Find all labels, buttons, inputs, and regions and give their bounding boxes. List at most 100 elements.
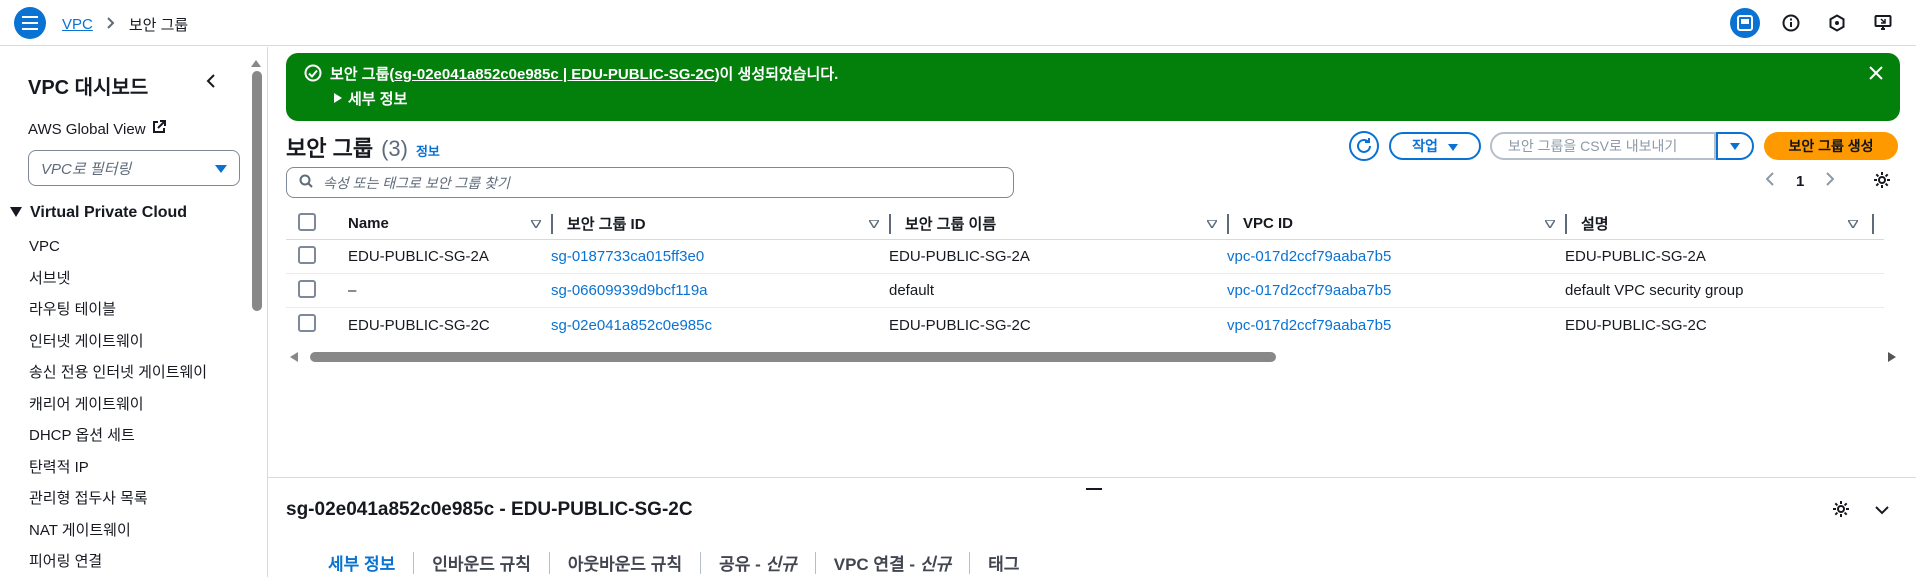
sidebar-item-route-tables[interactable]: 라우팅 테이블 <box>29 300 207 332</box>
sidebar-item-nat-gateways[interactable]: NAT 게이트웨이 <box>29 521 207 553</box>
current-page[interactable]: 1 <box>1796 173 1804 190</box>
close-icon[interactable] <box>1868 65 1884 86</box>
export-csv-button[interactable]: 보안 그룹을 CSV로 내보내기 <box>1490 132 1716 160</box>
sidebar-item-dhcp-options[interactable]: DHCP 옵션 세트 <box>29 426 207 458</box>
external-link-icon <box>152 120 166 138</box>
flash-details-toggle[interactable]: 세부 정보 <box>334 88 407 109</box>
tab-outbound-rules[interactable]: 아웃바운드 규칙 <box>550 550 700 575</box>
sidebar-item-subnets[interactable]: 서브넷 <box>29 269 207 301</box>
page-title-text: 보안 그룹 <box>286 136 374 161</box>
column-resizer[interactable] <box>1227 213 1229 234</box>
breadcrumb-vpc-link[interactable]: VPC <box>62 16 93 33</box>
table-row[interactable]: EDU-PUBLIC-SG-2A sg-0187733ca015ff3e0 ED… <box>286 240 1884 274</box>
security-groups-table: Name 보안 그룹 ID 보안 그룹 이름 VPC ID 설명 EDU-PUB… <box>286 208 1884 342</box>
sidebar-scroll-thumb[interactable] <box>252 71 262 311</box>
table-scroll-thumb[interactable] <box>310 352 1276 362</box>
tab-tags[interactable]: 태그 <box>970 550 1037 575</box>
export-csv-dropdown[interactable] <box>1716 132 1754 160</box>
column-resizer[interactable] <box>551 213 553 234</box>
cell-name: EDU-PUBLIC-SG-2C <box>348 316 490 334</box>
tab-inbound-rules[interactable]: 인바운드 규칙 <box>414 550 549 575</box>
select-all-checkbox[interactable] <box>298 212 316 231</box>
external-display-icon[interactable] <box>1868 8 1898 38</box>
create-security-group-button[interactable]: 보안 그룹 생성 <box>1764 132 1898 160</box>
tab-vpc-assoc-new-label: 신규 <box>919 555 952 574</box>
cell-sg-name: default <box>889 282 935 299</box>
search-icon <box>299 174 313 191</box>
column-header-name[interactable]: Name <box>348 215 389 232</box>
breadcrumb: VPC 보안 그룹 <box>62 14 188 35</box>
row-checkbox[interactable] <box>298 314 316 332</box>
table-row[interactable]: – sg-06609939d9bcf119a default vpc-017d2… <box>286 274 1884 308</box>
next-page-icon[interactable] <box>1826 172 1835 190</box>
sidebar-item-prefix-lists[interactable]: 관리형 접두사 목록 <box>29 489 207 521</box>
column-header-sg-name[interactable]: 보안 그룹 이름 <box>905 213 996 234</box>
flash-suffix: )이 생성되었습니다. <box>714 66 839 83</box>
column-resizer[interactable] <box>1872 213 1874 234</box>
side-navigation: VPC 대시보드 AWS Global View VPC로 필터링 Virtua… <box>0 47 268 577</box>
sort-caret-icon[interactable] <box>867 215 881 232</box>
row-checkbox[interactable] <box>298 279 316 298</box>
cell-description: EDU-PUBLIC-SG-2A <box>1565 248 1706 265</box>
details-tabs: 세부 정보 인바운드 규칙 아웃바운드 규칙 공유 - 신규 VPC 연결 - … <box>310 550 1037 575</box>
security-hex-icon[interactable] <box>1822 8 1852 38</box>
global-view-link[interactable]: AWS Global View <box>28 120 166 138</box>
panel-layout-icon[interactable] <box>1730 8 1760 38</box>
column-header-description[interactable]: 설명 <box>1581 213 1609 234</box>
cell-vpc-id-link[interactable]: vpc-017d2ccf79aaba7b5 <box>1227 282 1391 299</box>
column-resizer[interactable] <box>1565 213 1567 234</box>
search-placeholder: 속성 또는 태그로 보안 그룹 찾기 <box>323 174 510 191</box>
sidebar-item-elastic-ip[interactable]: 탄력적 IP <box>29 458 207 490</box>
tab-details[interactable]: 세부 정보 <box>310 550 413 575</box>
vpc-filter-select[interactable]: VPC로 필터링 <box>28 150 240 186</box>
search-input[interactable]: 속성 또는 태그로 보안 그룹 찾기 <box>286 167 1014 198</box>
chevron-down-icon[interactable] <box>1874 502 1890 520</box>
table-row[interactable]: EDU-PUBLIC-SG-2C sg-02e041a852c0e985c ED… <box>286 308 1884 342</box>
scroll-left-icon <box>290 352 298 362</box>
cell-sg-name: EDU-PUBLIC-SG-2C <box>889 316 1031 334</box>
row-checkbox[interactable] <box>298 245 316 264</box>
sort-caret-icon[interactable] <box>1543 215 1557 232</box>
sidebar-item-egress-only-igw[interactable]: 송신 전용 인터넷 게이트웨이 <box>29 363 207 395</box>
sidebar-item-peering[interactable]: 피어링 연결 <box>29 552 207 584</box>
sort-caret-icon[interactable] <box>529 215 543 232</box>
info-link[interactable]: 정보 <box>416 141 440 160</box>
success-check-icon <box>304 64 322 87</box>
menu-icon[interactable] <box>14 7 46 39</box>
prev-page-icon[interactable] <box>1765 172 1774 190</box>
sidebar-section-vpc[interactable]: Virtual Private Cloud <box>10 204 187 222</box>
column-header-sg-id[interactable]: 보안 그룹 ID <box>567 213 646 234</box>
cell-sg-name: EDU-PUBLIC-SG-2A <box>889 248 1030 265</box>
table-preferences-gear-icon[interactable] <box>1873 171 1891 194</box>
cell-vpc-id-link[interactable]: vpc-017d2ccf79aaba7b5 <box>1227 248 1391 265</box>
sidebar-item-carrier-gateways[interactable]: 캐리어 게이트웨이 <box>29 395 207 427</box>
cell-vpc-id-link[interactable]: vpc-017d2ccf79aaba7b5 <box>1227 317 1391 334</box>
sort-caret-icon[interactable] <box>1846 215 1860 232</box>
refresh-icon <box>1357 138 1371 153</box>
sidebar-item-internet-gateways[interactable]: 인터넷 게이트웨이 <box>29 332 207 364</box>
split-panel-drag-handle[interactable] <box>1086 488 1102 490</box>
info-icon[interactable] <box>1776 8 1806 38</box>
column-resizer[interactable] <box>889 213 891 234</box>
breadcrumb-current: 보안 그룹 <box>128 17 189 34</box>
refresh-button[interactable] <box>1349 131 1379 161</box>
tab-sharing-label: 공유 - <box>719 555 766 574</box>
tab-sharing[interactable]: 공유 - 신규 <box>701 550 815 575</box>
sidebar-item-vpc[interactable]: VPC <box>29 237 207 269</box>
actions-dropdown-button[interactable]: 작업 <box>1389 132 1481 160</box>
page-title: 보안 그룹 (3) 정보 <box>286 131 440 163</box>
cell-sg-id-link[interactable]: sg-0187733ca015ff3e0 <box>551 248 704 265</box>
tab-vpc-associations[interactable]: VPC 연결 - 신규 <box>816 550 969 575</box>
column-header-vpc-id[interactable]: VPC ID <box>1243 215 1293 232</box>
caret-expanded-icon <box>10 204 22 222</box>
split-panel-settings-gear-icon[interactable] <box>1832 500 1850 523</box>
top-navigation: VPC 보안 그룹 <box>0 0 1916 46</box>
actions-label: 작업 <box>1412 138 1438 154</box>
tab-vpc-assoc-label: VPC 연결 - <box>833 555 920 574</box>
cell-sg-id-link[interactable]: sg-02e041a852c0e985c <box>551 317 712 334</box>
scroll-right-icon <box>1888 352 1896 362</box>
flash-sg-link[interactable]: sg-02e041a852c0e985c | EDU-PUBLIC-SG-2C <box>394 66 714 83</box>
collapse-sidebar-icon[interactable] <box>206 73 216 94</box>
sort-caret-icon[interactable] <box>1205 215 1219 232</box>
cell-sg-id-link[interactable]: sg-06609939d9bcf119a <box>551 282 708 299</box>
